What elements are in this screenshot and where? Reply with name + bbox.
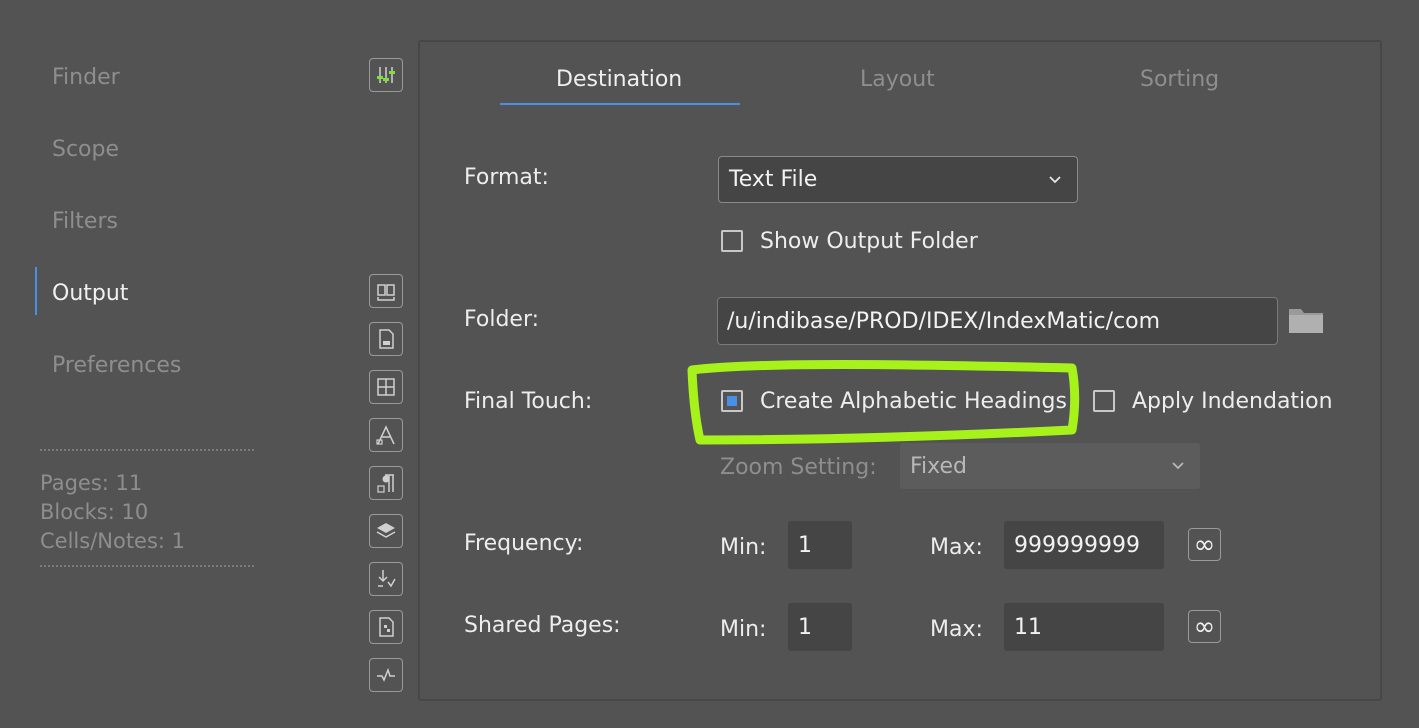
import-icon[interactable] — [369, 562, 403, 596]
create-headings-label: Create Alphabetic Headings — [760, 389, 1067, 414]
sidebar-item-preferences[interactable]: Preferences — [52, 355, 181, 377]
shared-infinity-button[interactable]: ∞ — [1188, 610, 1221, 643]
sidebar-item-finder[interactable]: Finder — [52, 67, 120, 89]
format-label: Format: — [464, 165, 549, 190]
show-output-folder-label: Show Output Folder — [760, 229, 978, 254]
frequency-infinity-button[interactable]: ∞ — [1188, 528, 1221, 561]
shared-min-label: Min: — [720, 617, 767, 642]
shared-min-input[interactable]: 1 — [788, 603, 852, 651]
format-select[interactable]: Text File — [718, 156, 1078, 203]
paragraph-icon[interactable] — [369, 466, 403, 500]
folder-icon[interactable] — [1288, 305, 1324, 335]
final-touch-label: Final Touch: — [464, 389, 593, 414]
frequency-max-input[interactable]: 999999999 — [1004, 521, 1164, 569]
stat-blocks: Blocks: 10 — [40, 500, 149, 524]
frequency-min-input[interactable]: 1 — [788, 521, 852, 569]
layers-icon[interactable] — [369, 514, 403, 548]
stat-cells: Cells/Notes: 1 — [40, 529, 186, 553]
chart-icon[interactable] — [369, 658, 403, 692]
divider — [40, 565, 254, 567]
frequency-max-value: 999999999 — [1014, 532, 1140, 558]
tab-sorting[interactable]: Sorting — [1140, 69, 1219, 91]
settings-panel — [418, 40, 1382, 701]
zoom-setting-label: Zoom Setting: — [720, 455, 877, 480]
sliders-icon[interactable] — [369, 58, 403, 92]
apply-indentation-checkbox[interactable] — [1093, 390, 1115, 412]
frequency-max-label: Max: — [930, 535, 983, 560]
shared-max-label: Max: — [930, 617, 983, 642]
infinity-icon: ∞ — [1193, 611, 1216, 642]
zoom-setting-select: Fixed — [900, 443, 1200, 489]
sidebar-item-scope[interactable]: Scope — [52, 139, 119, 161]
shared-max-value: 11 — [1014, 614, 1042, 640]
shared-min-value: 1 — [798, 614, 812, 640]
divider — [40, 449, 254, 451]
infinity-icon: ∞ — [1193, 529, 1216, 560]
sidebar-item-output[interactable]: Output — [52, 283, 128, 305]
chevron-down-icon — [1172, 462, 1184, 470]
show-output-folder-checkbox[interactable] — [721, 230, 743, 252]
apply-indentation-label: Apply Indendation — [1132, 389, 1333, 414]
folder-path-input[interactable]: /u/indibase/PROD/IDEX/IndexMatic/com — [717, 297, 1278, 345]
create-headings-checkbox[interactable] — [721, 390, 743, 412]
stat-pages: Pages: 11 — [40, 471, 143, 495]
grid-icon[interactable] — [369, 370, 403, 404]
active-nav-indicator — [35, 267, 37, 315]
tab-active-indicator — [500, 103, 740, 105]
report-icon[interactable] — [369, 610, 403, 644]
shared-pages-label: Shared Pages: — [464, 613, 621, 638]
shared-max-input[interactable]: 11 — [1004, 603, 1164, 651]
frequency-min-label: Min: — [720, 535, 767, 560]
tab-destination[interactable]: Destination — [556, 69, 682, 91]
sidebar-item-filters[interactable]: Filters — [52, 211, 118, 233]
frequency-min-value: 1 — [798, 532, 812, 558]
folder-label: Folder: — [464, 307, 540, 332]
folder-path-value: /u/indibase/PROD/IDEX/IndexMatic/com — [727, 308, 1161, 334]
book-icon[interactable] — [369, 274, 403, 308]
zoom-setting-value: Fixed — [910, 453, 968, 479]
format-value: Text File — [729, 167, 818, 192]
tab-layout[interactable]: Layout — [860, 69, 935, 91]
chevron-down-icon — [1049, 176, 1061, 184]
document-icon[interactable] — [369, 322, 403, 356]
type-icon[interactable] — [369, 418, 403, 452]
frequency-label: Frequency: — [464, 531, 584, 556]
